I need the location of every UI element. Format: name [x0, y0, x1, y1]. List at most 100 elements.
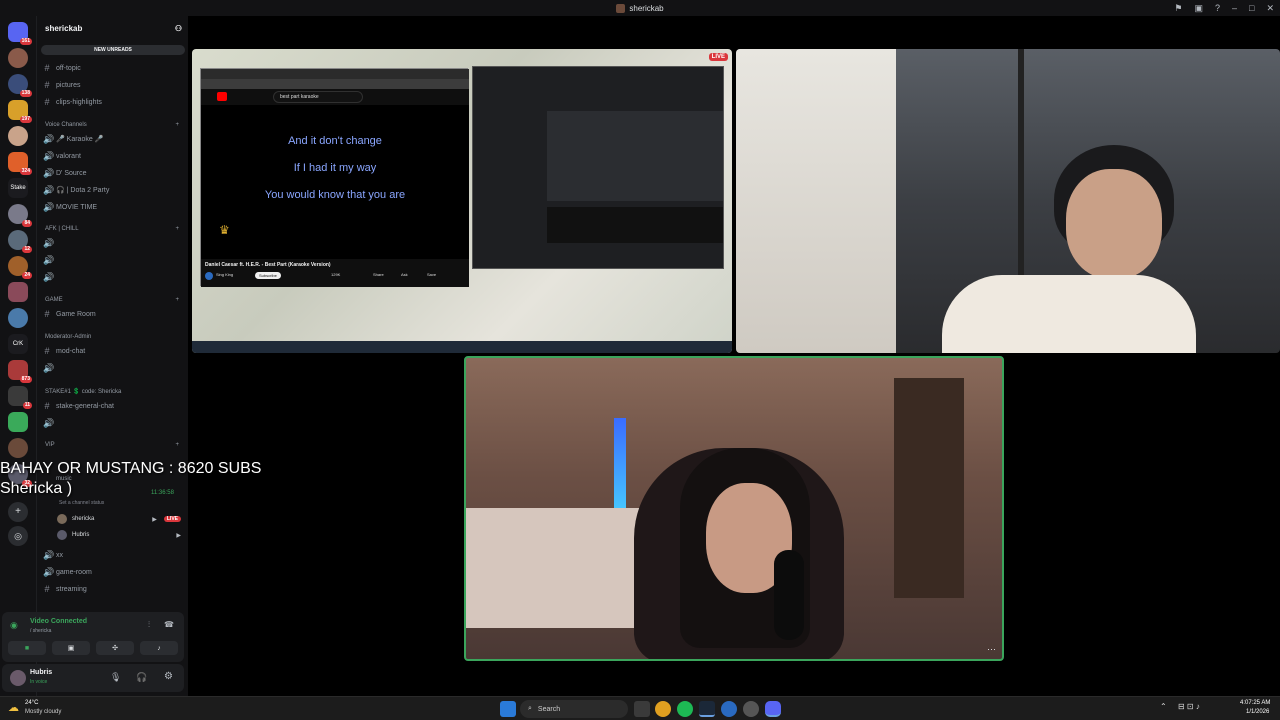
channel-d-source[interactable]: 🔊 D' Source: [43, 166, 183, 180]
settings-gear-icon[interactable]: ⚙: [164, 671, 173, 682]
task-view-icon[interactable]: [634, 701, 650, 717]
close-button[interactable]: ✕: [1266, 3, 1274, 14]
start-button[interactable]: [500, 701, 516, 717]
add-user-icon[interactable]: ⚇: [175, 24, 182, 33]
channel-afk-1[interactable]: 🔊: [43, 236, 183, 250]
server-icon-11[interactable]: 873: [8, 360, 32, 383]
channel-afk-3[interactable]: 🔊: [43, 270, 183, 284]
category-moderator-admin[interactable]: Moderator-Admin: [45, 332, 179, 342]
minimize-button[interactable]: –: [1232, 3, 1237, 13]
add-channel-icon[interactable]: +: [175, 122, 179, 128]
server-icon-4[interactable]: [8, 126, 28, 146]
hash-icon: #: [44, 309, 50, 319]
add-channel-icon[interactable]: +: [175, 442, 179, 448]
channel-afk-2[interactable]: 🔊: [43, 253, 183, 267]
channel-game-room[interactable]: # Game Room: [43, 307, 183, 321]
tray-chevron-icon[interactable]: ⌃: [1160, 702, 1167, 711]
username: Hubris: [30, 669, 53, 676]
ask-button[interactable]: Ask: [401, 272, 408, 277]
category-stake[interactable]: STAKE#1 💲 code: Shericka: [45, 386, 179, 396]
webcam-tile-shericka[interactable]: ⋯: [464, 356, 1004, 661]
channel-status-prompt[interactable]: Set a channel status: [59, 500, 104, 506]
server-icon-9[interactable]: [8, 282, 28, 302]
channel-streaming[interactable]: # streaming: [43, 582, 183, 596]
channel-game-room-voice[interactable]: 🔊 game-room: [43, 565, 183, 579]
server-stake[interactable]: Stake: [8, 178, 28, 198]
video-player[interactable]: And it don't change If I had it my way Y…: [201, 105, 469, 259]
spotify-icon[interactable]: [677, 701, 693, 717]
inbox-icon[interactable]: ⚑: [1174, 3, 1182, 14]
screen-share-button[interactable]: ▣: [52, 641, 90, 655]
channel-pictures[interactable]: # pictures: [43, 78, 183, 92]
category-vip[interactable]: VIP +: [45, 440, 179, 450]
channel-mod-chat[interactable]: # mod-chat: [43, 344, 183, 358]
server-icon-6[interactable]: 84: [8, 204, 32, 227]
webcam-tile-hubris[interactable]: [736, 49, 1280, 353]
help-icon[interactable]: ?: [1215, 3, 1220, 13]
server-icon-7[interactable]: 12: [8, 230, 32, 253]
channel-xx[interactable]: 🔊 xx: [43, 548, 183, 562]
server-icon-12[interactable]: 11: [8, 386, 32, 409]
server-icon-2[interactable]: 138: [8, 74, 32, 97]
add-channel-icon[interactable]: +: [175, 297, 179, 303]
share-button[interactable]: Share: [373, 272, 384, 277]
home-button[interactable]: 161: [8, 22, 32, 45]
channel-karaoke[interactable]: 🔊 🎤 Karaoke 🎤: [43, 132, 183, 146]
clock-time[interactable]: 4:07:25 AM: [1240, 700, 1270, 706]
add-channel-icon[interactable]: +: [175, 226, 179, 232]
search-icon: ⌕: [528, 705, 532, 712]
server-icon-14[interactable]: [8, 438, 28, 458]
server-icon-5[interactable]: 324: [8, 152, 32, 175]
category-game[interactable]: GAME +: [45, 295, 179, 305]
category-afk-chill[interactable]: AFK | CHILL +: [45, 224, 179, 234]
clock-date[interactable]: 1/1/2026: [1246, 709, 1269, 715]
tray-icons[interactable]: ⊟ ⊡ ♪: [1178, 702, 1200, 711]
weather-icon[interactable]: ☁: [8, 701, 19, 714]
microphone-icon[interactable]: 🎙: [110, 672, 121, 683]
channel-dota-2-party[interactable]: 🔊 🎧 | Dota 2 Party: [43, 183, 183, 197]
server-icon-1[interactable]: [8, 48, 28, 68]
headphones-icon[interactable]: 🎧: [136, 672, 147, 683]
camera-button[interactable]: ■: [8, 641, 46, 655]
screen-icon[interactable]: ▣: [1194, 3, 1203, 14]
channel-movie-time[interactable]: 🔊 MOVIE TIME: [43, 200, 183, 214]
server-icon-8[interactable]: 24: [8, 256, 32, 279]
steam-icon[interactable]: [699, 701, 715, 717]
channel-valorant[interactable]: 🔊 valorant: [43, 149, 183, 163]
soundboard-button[interactable]: ♪: [140, 641, 178, 655]
new-unreads-banner[interactable]: NEW UNREADS: [41, 45, 185, 55]
server-crk[interactable]: CrK: [8, 334, 28, 354]
like-count[interactable]: 129K: [331, 272, 340, 277]
maximize-button[interactable]: □: [1249, 3, 1254, 13]
channel-clips-highlights[interactable]: # clips-highlights: [43, 95, 183, 109]
category-voice-channels[interactable]: Voice Channels +: [45, 120, 179, 130]
app-icon[interactable]: [721, 701, 737, 717]
server-icon-13[interactable]: [8, 412, 28, 432]
server-icon-3[interactable]: 197: [8, 100, 32, 123]
avatar[interactable]: [10, 670, 26, 686]
channel-off-topic[interactable]: # off-topic: [43, 61, 183, 75]
voice-user-shericka[interactable]: shericka ▶ LIVE: [57, 512, 181, 526]
voice-user-hubris[interactable]: Hubris ▶: [57, 528, 181, 542]
speaker-icon: 🔊: [43, 271, 55, 282]
discover-icon[interactable]: ◎: [8, 526, 28, 546]
server-header[interactable]: sherickab ⚇: [45, 21, 182, 35]
noise-suppression-icon[interactable]: ⫶: [148, 620, 150, 630]
taskbar-search[interactable]: ⌕ Search: [520, 700, 628, 718]
channel-mod-voice[interactable]: 🔊: [43, 361, 183, 375]
more-options-icon[interactable]: ⋯: [987, 644, 996, 655]
save-button[interactable]: Save: [427, 272, 436, 277]
discord-icon[interactable]: [765, 701, 781, 717]
server-icon-10[interactable]: [8, 308, 28, 328]
channel-stake-general-chat[interactable]: # stake-general-chat: [43, 399, 183, 413]
disconnect-icon[interactable]: ☎: [164, 620, 174, 629]
activities-button[interactable]: ✣: [96, 641, 134, 655]
chrome-icon[interactable]: [655, 701, 671, 717]
add-server-button[interactable]: +: [8, 502, 28, 522]
obs-icon[interactable]: [743, 701, 759, 717]
screen-share-tile[interactable]: LIVE best part karaoke And it don't chan…: [192, 49, 732, 353]
youtube-search-input[interactable]: best part karaoke: [273, 91, 363, 103]
subscribe-button[interactable]: Subscribe: [255, 272, 281, 279]
channel-stake-voice[interactable]: 🔊: [43, 416, 183, 430]
voice-location[interactable]: / shericka: [30, 628, 51, 634]
